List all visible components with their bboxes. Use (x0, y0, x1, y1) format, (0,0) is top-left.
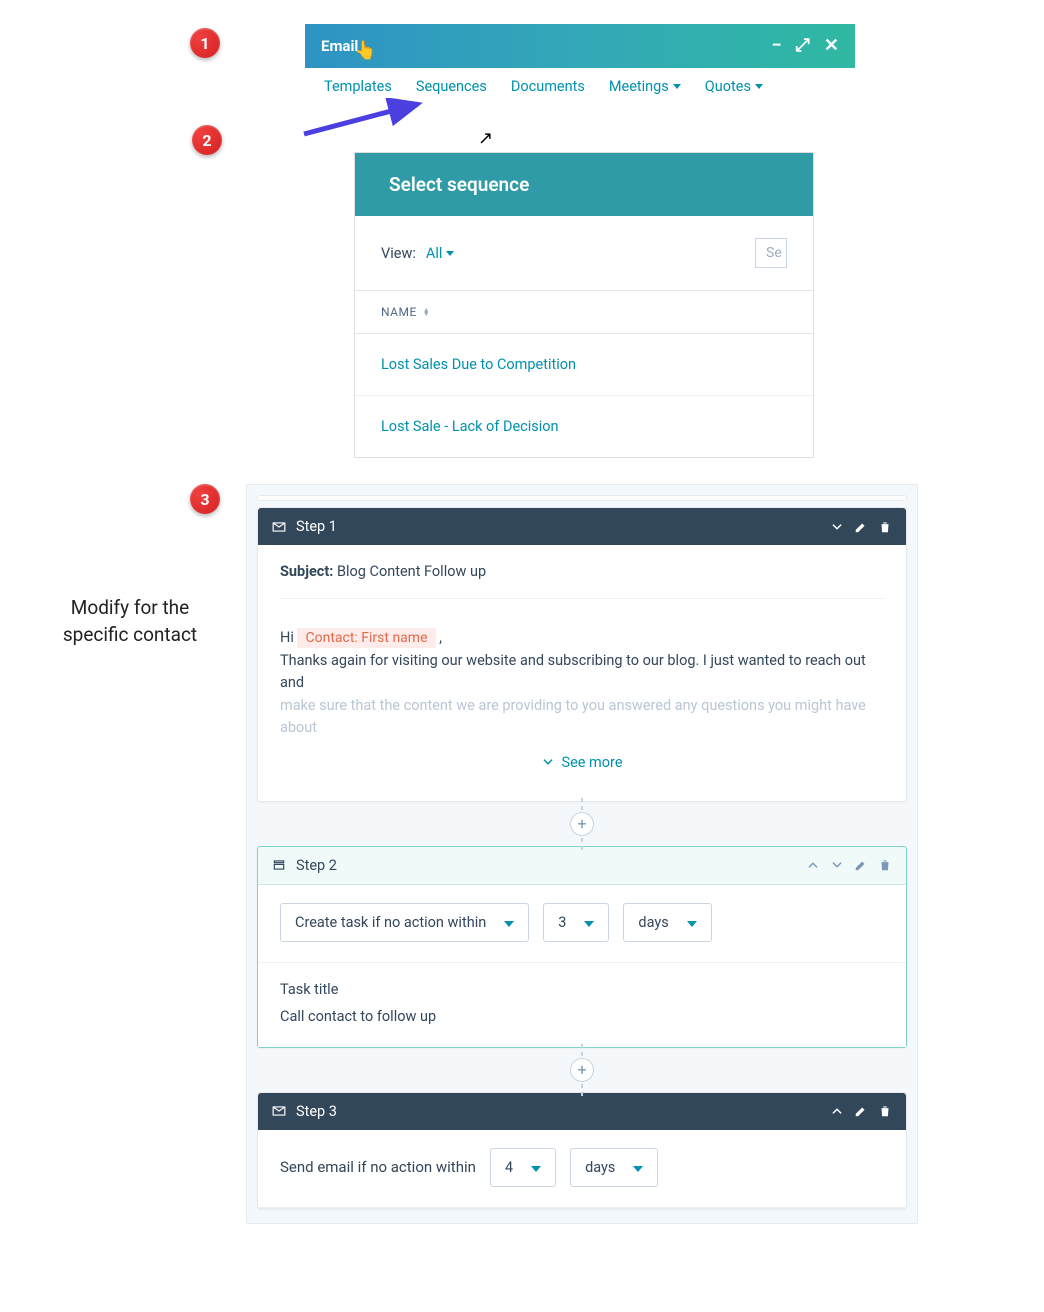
chevron-down-icon (541, 755, 555, 769)
tab-meetings[interactable]: Meetings (609, 78, 681, 95)
sequence-editor: Step 1 Subject: Blog Content Follow up H… (246, 484, 918, 1224)
caret-down-icon (673, 84, 681, 89)
caret-down-icon (755, 84, 763, 89)
expand-icon[interactable]: ⤢ (796, 37, 810, 55)
number-select[interactable]: 3 (543, 903, 609, 942)
annotation-badge-1: 1 (190, 28, 220, 58)
step-card-3: Step 3 Send email if no action within 4 … (257, 1092, 907, 1209)
chevron-down-icon[interactable] (830, 520, 844, 534)
step-connector: + (247, 812, 917, 836)
view-filter-row: View: All Se (355, 216, 813, 290)
step-1-title: Step 1 (296, 518, 337, 535)
view-filter-dropdown[interactable]: All (426, 245, 455, 262)
email-compose-title: Email (321, 37, 358, 55)
select-sequence-panel: Select sequence View: All Se NAME ▲▼ Los… (354, 152, 814, 458)
step-connector: + (247, 1058, 917, 1082)
annotation-badge-3: 3 (190, 484, 220, 514)
trash-icon[interactable] (878, 520, 892, 534)
trash-icon[interactable] (878, 858, 892, 872)
sequence-item[interactable]: Lost Sale - Lack of Decision (355, 396, 813, 457)
step-card-1: Step 1 Subject: Blog Content Follow up H… (257, 507, 907, 802)
sort-icon: ▲▼ (423, 308, 430, 316)
step-card-2: Step 2 Create task if no action within 3… (257, 846, 907, 1048)
arrow-annotation-icon (300, 98, 430, 138)
email-header-actions: − ⤢ ✕ (772, 37, 839, 55)
search-input[interactable]: Se (755, 238, 787, 268)
email-insert-tabs: Templates Sequences Documents Meetings Q… (324, 78, 763, 95)
email-body-preview: Hi Contact: First name , Thanks again fo… (280, 627, 884, 740)
action-label: Send email if no action within (280, 1158, 476, 1176)
step-3-condition-row: Send email if no action within 4 days (258, 1130, 906, 1208)
task-title-value: Call contact to follow up (280, 1008, 884, 1025)
email-icon (272, 520, 286, 534)
tab-quotes[interactable]: Quotes (705, 78, 763, 95)
subject-row: Subject: Blog Content Follow up (280, 563, 884, 599)
edit-icon[interactable] (854, 858, 868, 872)
email-icon (272, 1104, 286, 1118)
add-step-button[interactable]: + (570, 812, 594, 836)
previous-card-placeholder (257, 495, 907, 501)
see-more-button[interactable]: See more (280, 740, 884, 791)
annotation-badge-2: 2 (192, 125, 222, 155)
sequence-item[interactable]: Lost Sales Due to Competition (355, 334, 813, 396)
step-2-condition-row: Create task if no action within 3 days (258, 885, 906, 963)
tab-documents[interactable]: Documents (511, 78, 585, 95)
step-3-title: Step 3 (296, 1103, 337, 1120)
chevron-down-icon[interactable] (830, 858, 844, 872)
tab-sequences[interactable]: Sequences (416, 78, 487, 95)
trash-icon[interactable] (878, 1104, 892, 1118)
close-icon[interactable]: ✕ (824, 37, 839, 55)
step-1-header[interactable]: Step 1 (258, 508, 906, 545)
step-2-title: Step 2 (296, 857, 337, 874)
column-header-name[interactable]: NAME ▲▼ (355, 290, 813, 334)
subject-value: Blog Content Follow up (337, 563, 486, 580)
personalization-token[interactable]: Contact: First name (297, 628, 435, 648)
task-icon (272, 858, 286, 872)
minimize-icon[interactable]: − (772, 37, 782, 55)
edit-icon[interactable] (854, 1104, 868, 1118)
edit-icon[interactable] (854, 520, 868, 534)
tab-templates[interactable]: Templates (324, 78, 392, 95)
step-1-body: Subject: Blog Content Follow up Hi Conta… (258, 545, 906, 801)
task-title-label: Task title (280, 981, 884, 998)
step-2-header[interactable]: Step 2 (258, 847, 906, 885)
view-filter-label: View: (381, 245, 416, 262)
unit-select[interactable]: days (623, 903, 711, 942)
action-select[interactable]: Create task if no action within (280, 903, 529, 942)
task-details: Task title Call contact to follow up (258, 963, 906, 1047)
chevron-up-icon[interactable] (830, 1104, 844, 1118)
subject-label: Subject: (280, 563, 333, 580)
select-sequence-title: Select sequence (355, 153, 813, 216)
cursor-pointer-icon (478, 128, 500, 154)
step-3-header[interactable]: Step 3 (258, 1093, 906, 1130)
add-step-button[interactable]: + (570, 1058, 594, 1082)
annotation-text: Modify for the specific contact (55, 595, 205, 648)
unit-select[interactable]: days (570, 1148, 658, 1187)
chevron-up-icon[interactable] (806, 858, 820, 872)
email-compose-header: Email − ⤢ ✕ (305, 24, 855, 68)
caret-down-icon (446, 251, 454, 256)
number-select[interactable]: 4 (490, 1148, 556, 1187)
